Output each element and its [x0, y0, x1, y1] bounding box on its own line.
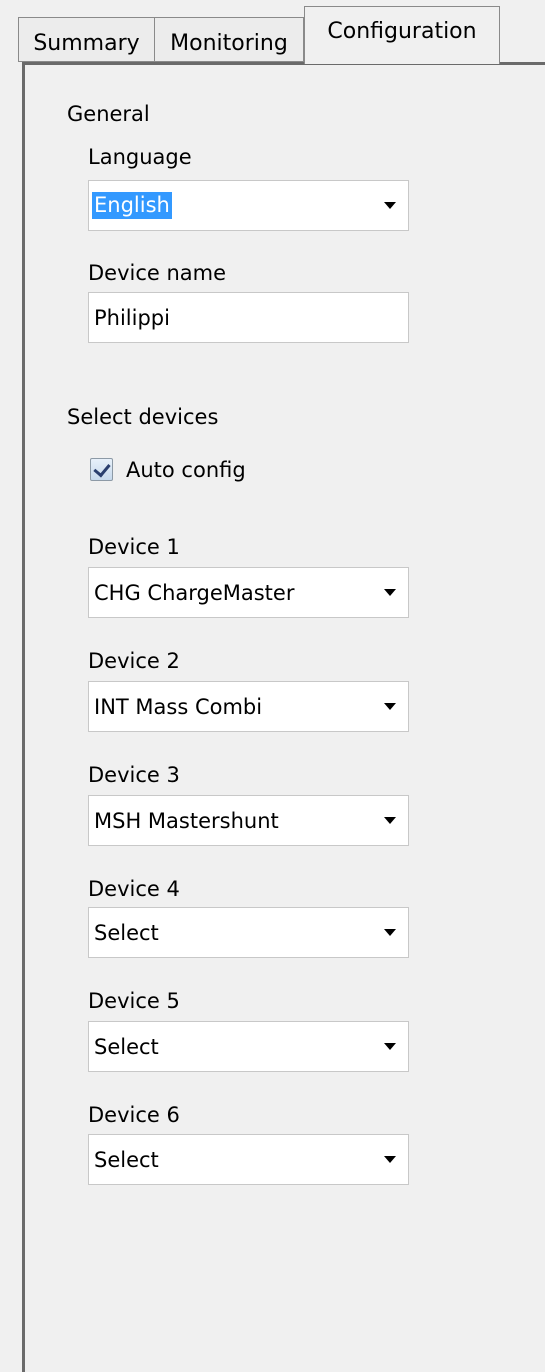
chevron-down-icon[interactable] [384, 817, 396, 824]
device-3-value: MSH Mastershunt [94, 809, 279, 833]
device-2-value: INT Mass Combi [94, 695, 263, 719]
checkbox-box[interactable] [90, 458, 113, 481]
chevron-down-icon[interactable] [384, 1043, 396, 1050]
chevron-down-icon[interactable] [384, 1156, 396, 1163]
general-legend: General [64, 102, 153, 126]
device-4-label: Device 4 [88, 877, 180, 901]
device-1-value: CHG ChargeMaster [94, 581, 295, 605]
select-devices-legend: Select devices [64, 405, 222, 429]
chevron-down-icon[interactable] [384, 929, 396, 936]
language-dropdown[interactable]: English [88, 180, 409, 231]
chevron-down-icon[interactable] [384, 202, 396, 209]
device-5-dropdown[interactable]: Select [88, 1021, 409, 1072]
tab-summary[interactable]: Summary [18, 17, 154, 62]
auto-config-label: Auto config [126, 458, 246, 482]
device-5-label: Device 5 [88, 989, 180, 1013]
device-6-dropdown[interactable]: Select [88, 1134, 409, 1185]
device-1-label: Device 1 [88, 535, 180, 559]
tab-configuration[interactable]: Configuration [304, 6, 500, 64]
device-name-value: Philippi [94, 306, 170, 330]
chevron-down-icon[interactable] [384, 703, 396, 710]
device-name-label: Device name [88, 261, 227, 285]
device-2-label: Device 2 [88, 649, 180, 673]
device-4-value: Select [94, 921, 159, 945]
device-1-dropdown[interactable]: CHG ChargeMaster [88, 567, 409, 618]
device-3-label: Device 3 [88, 763, 180, 787]
device-4-dropdown[interactable]: Select [88, 907, 409, 958]
tab-monitoring-label: Monitoring [170, 31, 288, 56]
chevron-down-icon[interactable] [384, 589, 396, 596]
device-name-input[interactable]: Philippi [88, 292, 409, 343]
language-value: English [92, 192, 172, 219]
device-6-value: Select [94, 1148, 159, 1172]
checkmark-icon [93, 459, 111, 478]
tab-monitoring[interactable]: Monitoring [154, 17, 304, 62]
device-3-dropdown[interactable]: MSH Mastershunt [88, 795, 409, 846]
language-label: Language [88, 145, 192, 169]
device-6-label: Device 6 [88, 1103, 180, 1127]
device-5-value: Select [94, 1035, 159, 1059]
tab-configuration-label: Configuration [327, 19, 477, 44]
tab-summary-label: Summary [33, 31, 140, 56]
device-2-dropdown[interactable]: INT Mass Combi [88, 681, 409, 732]
